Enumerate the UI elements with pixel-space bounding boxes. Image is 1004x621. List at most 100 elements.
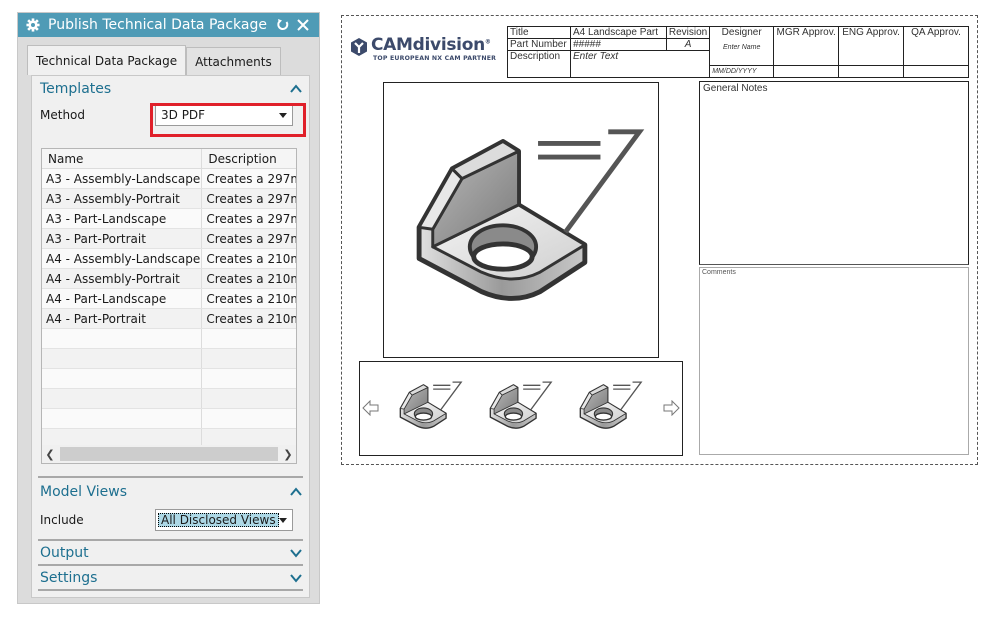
view-thumbnail[interactable]: [486, 376, 556, 434]
settings-header-label: Settings: [40, 570, 98, 586]
section-divider: [38, 589, 303, 592]
description-label: Description: [507, 50, 571, 78]
mgr-approv-cell[interactable]: [773, 64, 840, 79]
arrow-right-icon[interactable]: [662, 400, 680, 416]
cell-name: A4 - Part-Landscape: [42, 289, 203, 308]
cell-description: Creates a 297m..: [206, 171, 296, 186]
tab-technical-data-package[interactable]: Technical Data Package: [27, 45, 187, 75]
title-value[interactable]: A4 Landscape Part: [569, 25, 667, 40]
output-header-label: Output: [40, 545, 89, 561]
templates-table: Name Description A3 - Assembly-Landscape…: [41, 148, 297, 464]
chevron-down-icon: [290, 574, 302, 583]
empty-table-row: [42, 389, 296, 409]
title-block: Title A4 Landscape Part Revision Designe…: [507, 25, 969, 79]
empty-cell: [202, 349, 296, 368]
arrow-left-icon[interactable]: [362, 400, 380, 416]
empty-cell: [42, 409, 203, 428]
include-value: All Disclosed Views: [158, 513, 279, 527]
tab-attachments[interactable]: Attachments: [186, 47, 281, 75]
revision-label: Revision: [665, 25, 711, 40]
include-label: Include: [40, 513, 84, 527]
scroll-right-icon[interactable]: ❯: [280, 448, 296, 461]
column-header-description[interactable]: Description: [202, 149, 296, 168]
table-row[interactable]: A4 - Assembly-PortraitCreates a 210m..: [42, 269, 296, 289]
views-carousel: [359, 361, 683, 456]
part-number-label: Part Number: [507, 38, 571, 52]
qa-approv-label: QA Approv.: [903, 26, 969, 66]
revision-value[interactable]: A: [665, 38, 711, 52]
method-highlight-box: [150, 103, 306, 137]
designer-value[interactable]: Enter Name: [712, 42, 771, 53]
empty-cell: [202, 409, 296, 428]
table-header: Name Description: [42, 149, 296, 169]
thumbnail-strip: [396, 376, 656, 440]
designer-cell: Designer Enter Name: [709, 26, 775, 66]
chevron-up-icon: [290, 487, 302, 496]
part-number-value[interactable]: #####: [569, 38, 667, 52]
part-3d-model-icon: [416, 129, 645, 301]
cell-description: Creates a 297m..: [206, 231, 296, 246]
dropdown-arrow-icon: [279, 518, 287, 523]
close-button[interactable]: [295, 17, 311, 33]
cell-name: A4 - Assembly-Landscape: [42, 249, 203, 268]
view-thumbnail[interactable]: [396, 376, 466, 434]
table-row[interactable]: A4 - Assembly-LandscapeCreates a 210m..: [42, 249, 296, 269]
table-row[interactable]: A3 - Part-LandscapeCreates a 297m..: [42, 209, 296, 229]
output-section-header[interactable]: Output: [32, 542, 309, 564]
scroll-thumb[interactable]: [60, 447, 278, 461]
close-icon: [297, 19, 309, 31]
cell-name: A3 - Part-Portrait: [42, 229, 203, 248]
description-value[interactable]: Enter Text: [569, 50, 711, 78]
empty-cell: [202, 389, 296, 408]
chevron-down-icon: [290, 549, 302, 558]
cell-description: Creates a 210m..: [206, 271, 296, 286]
include-dropdown[interactable]: All Disclosed Views: [155, 509, 293, 531]
cell-name: A4 - Assembly-Portrait: [42, 269, 203, 288]
title-label: Title: [507, 25, 571, 40]
logo-emblem-icon: [351, 38, 367, 56]
include-row: Include All Disclosed Views: [32, 505, 309, 535]
cell-name: A3 - Assembly-Landscape: [42, 169, 203, 188]
tab-panel: Templates Method 3D PDF Name Description…: [31, 75, 310, 598]
empty-table-row: [42, 329, 296, 349]
empty-cell: [42, 349, 203, 368]
table-row[interactable]: A4 - Part-PortraitCreates a 210m..: [42, 309, 296, 329]
table-body: A3 - Assembly-LandscapeCreates a 297m..A…: [42, 169, 296, 449]
empty-cell: [42, 329, 203, 348]
empty-cell: [202, 329, 296, 348]
table-row[interactable]: A3 - Assembly-PortraitCreates a 297m..: [42, 189, 296, 209]
templates-header-label: Templates: [40, 81, 112, 97]
dialog-titlebar: Publish Technical Data Package: [18, 13, 319, 37]
table-row[interactable]: A4 - Part-LandscapeCreates a 210m..: [42, 289, 296, 309]
chevron-up-icon: [290, 84, 302, 93]
scroll-left-icon[interactable]: ❮: [42, 448, 58, 461]
table-row[interactable]: A3 - Assembly-LandscapeCreates a 297m..: [42, 169, 296, 189]
publish-tdp-dialog: Publish Technical Data Package Technical…: [17, 12, 320, 604]
comments-label: Comments: [702, 269, 736, 276]
templates-section-header[interactable]: Templates: [32, 76, 309, 102]
eng-approv-label: ENG Approv.: [838, 26, 905, 66]
general-notes-box[interactable]: General Notes: [699, 81, 969, 265]
mgr-approv-label: MGR Approv.: [773, 26, 840, 66]
logo-tagline: TOP EUROPEAN NX CAM PARTNER: [373, 55, 497, 62]
empty-table-row: [42, 409, 296, 429]
reset-button[interactable]: [275, 17, 291, 33]
empty-table-row: [42, 349, 296, 369]
cell-description: Creates a 210m..: [206, 251, 296, 266]
cell-description: Creates a 297m..: [206, 211, 296, 226]
main-model-view[interactable]: [383, 82, 659, 358]
table-row[interactable]: A3 - Part-PortraitCreates a 297m..: [42, 229, 296, 249]
cell-name: A3 - Part-Landscape: [42, 209, 203, 228]
horizontal-scrollbar[interactable]: ❮ ❯: [42, 445, 296, 463]
drawing-sheet: CAMdivision® TOP EUROPEAN NX CAM PARTNER…: [341, 15, 978, 465]
view-thumbnail[interactable]: [576, 376, 646, 434]
column-header-name[interactable]: Name: [42, 149, 203, 168]
reset-icon: [277, 19, 289, 30]
eng-approv-cell[interactable]: [838, 64, 905, 79]
date-value[interactable]: MM/DD/YYYY: [709, 64, 775, 79]
model-views-section-header[interactable]: Model Views: [32, 479, 309, 505]
cell-name: A3 - Assembly-Portrait: [42, 189, 203, 208]
settings-section-header[interactable]: Settings: [32, 567, 309, 589]
comments-box[interactable]: Comments: [699, 267, 969, 455]
qa-approv-cell[interactable]: [903, 64, 969, 79]
